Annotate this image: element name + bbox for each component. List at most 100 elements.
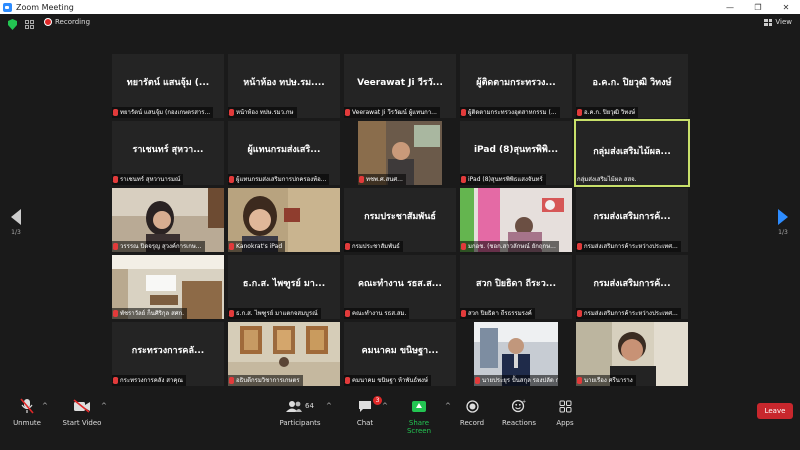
participant-name-large: คมนาคม ขนิษฐา... xyxy=(361,346,439,356)
muted-mic-icon xyxy=(345,310,350,317)
participant-name: อ.ค.ก. ปิยวุฒิ วิทงษ์ xyxy=(584,109,636,116)
svg-text:+: + xyxy=(522,399,526,405)
participant-tile[interactable]: iPad (8)สุนทรพิพิ... iPad (8)สุนทรพิพิธแ… xyxy=(460,121,572,185)
participant-name-large: ทยารัตน์ แสนจุ้ม (... xyxy=(126,78,210,88)
participant-tile[interactable]: ผู้แทนกรมส่งเสริ... ผู้แทนกรมส่งเสริมการ… xyxy=(228,121,340,185)
view-button[interactable]: View xyxy=(764,18,792,26)
participant-tile[interactable]: คณะทำงาน รธส.ส... คณะทำงาน รธส.สม. xyxy=(344,255,456,319)
participant-video-tile[interactable]: ทชพ.ศ.สนศ... xyxy=(358,121,442,185)
participants-button[interactable]: 64 Participants xyxy=(278,398,322,427)
participant-tile[interactable]: ธ.ก.ส. ไพฑูรย์ มา... ธ.ก.ส. ไพฑูรย์ มาแต… xyxy=(228,255,340,319)
view-label: View xyxy=(775,18,792,26)
participant-name-large: หน้าห้อง ทปษ.รม.... xyxy=(243,78,325,88)
participant-tile[interactable]: ผู้ติดตามกระทรวง... ผู้ติดตามกระทรวงอุตส… xyxy=(460,54,572,118)
muted-microphone-icon xyxy=(20,398,34,414)
participants-options-chevron-icon[interactable]: ^ xyxy=(326,402,332,410)
recording-indicator[interactable]: Recording xyxy=(44,18,90,26)
unmute-label: Unmute xyxy=(13,419,41,427)
participant-tile[interactable]: คมนาคม ขนิษฐา... คมนาคม ขนิษฐา ห้าพันธ์พ… xyxy=(344,322,456,386)
muted-mic-icon xyxy=(461,243,466,250)
meeting-info-grid-icon[interactable] xyxy=(25,20,34,29)
participant-caption: ทยารัตน์ แสนจุ้ม (กองเกษตรสาร... xyxy=(112,107,214,118)
participant-caption: กระทรวงการคลัง สาคุณ xyxy=(112,375,186,386)
gallery-view: 1/3 1/3 ทยารัตน์ แสนจุ้ม (... ทยารัตน์ แ… xyxy=(0,36,800,394)
video-options-chevron-icon[interactable]: ^ xyxy=(101,402,107,410)
leave-button[interactable]: Leave xyxy=(757,403,793,419)
unmute-button[interactable]: Unmute xyxy=(12,398,42,427)
participant-tile[interactable]: กระทรวงการคลั... กระทรวงการคลัง สาคุณ xyxy=(112,322,224,386)
participant-video-tile[interactable]: Kanokrat's iPad xyxy=(228,188,340,252)
muted-mic-icon xyxy=(229,176,234,183)
participant-tile[interactable]: กรมประชาสัมพันธ์ กรมประชาสัมพันธ์ xyxy=(344,188,456,252)
participant-video-tile[interactable]: พัชราวัลย์ ก็นศิริกุล สศก. xyxy=(112,255,224,319)
participant-name-large: กรมส่งเสริมการค้... xyxy=(593,279,671,289)
participant-caption: หน้าห้อง ทปษ.รมว.กษ xyxy=(228,107,297,118)
participants-icon xyxy=(286,401,303,412)
participant-tile[interactable]: ราเชนทร์ สุหวา... ราเชนทร์ สุหวานารมณ์ xyxy=(112,121,224,185)
minimize-button[interactable]: — xyxy=(716,0,744,14)
participant-video-tile[interactable]: นายเรือง ศรีนาราง xyxy=(576,322,688,386)
muted-mic-icon xyxy=(359,176,364,183)
participant-name-large: กระทรวงการคลั... xyxy=(131,346,205,356)
participant-caption: ราเชนทร์ สุหวานารมณ์ xyxy=(112,174,184,185)
participant-caption: กรมส่งเสริมการค้าระหว่างประเทศ... xyxy=(576,241,681,252)
close-button[interactable]: ✕ xyxy=(772,0,800,14)
share-screen-icon xyxy=(412,400,426,412)
muted-mic-icon xyxy=(345,377,350,384)
participant-tile[interactable]: สวก ปิยธิดา ถีระว... สวก ปิยธิดา ถีรธรรม… xyxy=(460,255,572,319)
prev-page-indicator: 1/3 xyxy=(11,229,21,236)
participant-name-large: ราเชนทร์ สุหวา... xyxy=(132,145,204,155)
recording-label: Recording xyxy=(55,18,91,26)
muted-mic-icon xyxy=(461,310,466,317)
participant-video-tile[interactable]: นายประยุร ปั้นสกุล รองปลัด กษ. xyxy=(474,322,558,386)
share-screen-button[interactable]: Share Screen xyxy=(396,398,442,435)
security-shield-icon[interactable] xyxy=(8,19,17,30)
participant-name: ผู้ติดตามกระทรวงอุตสาหกรรม (... xyxy=(468,109,557,116)
participant-video-tile[interactable]: อธิบดีกรมวิชาการเกษตร xyxy=(228,322,340,386)
participant-tile[interactable]: ทยารัตน์ แสนจุ้ม (... ทยารัตน์ แสนจุ้ม (… xyxy=(112,54,224,118)
apps-button[interactable]: Apps xyxy=(553,398,577,427)
start-video-button[interactable]: Start Video xyxy=(62,398,102,427)
participant-video-tile[interactable]: มกอช. (ชอก.สาวลักษณ์ ยักฤกษ... xyxy=(460,188,572,252)
participant-name-large: กรมประชาสัมพันธ์ xyxy=(364,212,436,222)
participant-tile[interactable]: กรมส่งเสริมการค้... กรมส่งเสริมการค้าระห… xyxy=(576,188,688,252)
meeting-top-bar: Recording View xyxy=(0,14,800,36)
participant-tile[interactable]: Veerawat Ji วีรวั... Veerawat Ji วีรวัฒน… xyxy=(344,54,456,118)
participant-tile[interactable]: กรมส่งเสริมการค้... กรมส่งเสริมการค้าระห… xyxy=(576,255,688,319)
participant-name: วรรรณ ปิดจรุญ สุวงค์การเกษ... xyxy=(120,243,202,250)
apps-icon xyxy=(559,400,571,412)
participant-caption: มกอช. (ชอก.สาวลักษณ์ ยักฤกษ... xyxy=(460,241,559,252)
participant-tile[interactable]: อ.ค.ก. ปิยวุฒิ วิทงษ์ อ.ค.ก. ปิยวุฒิ วิท… xyxy=(576,54,688,118)
next-page-button[interactable]: 1/3 xyxy=(775,209,791,236)
active-speaker-tile[interactable]: กลุ่มส่งเสริมไม้ผล... กลุ่มส่งเสริมไม้ผล… xyxy=(574,119,690,187)
participant-name-large: คณะทำงาน รธส.ส... xyxy=(358,279,442,289)
participant-tile[interactable]: หน้าห้อง ทปษ.รม.... หน้าห้อง ทปษ.รมว.กษ xyxy=(228,54,340,118)
share-screen-label: Share Screen xyxy=(406,419,432,435)
muted-mic-icon xyxy=(229,109,234,116)
chat-options-chevron-icon[interactable]: ^ xyxy=(382,402,388,410)
muted-mic-icon xyxy=(577,243,582,250)
participant-name-large: Veerawat Ji วีรวั... xyxy=(357,78,443,88)
record-button[interactable]: Record xyxy=(458,398,486,427)
participant-caption: Kanokrat's iPad xyxy=(228,241,286,252)
participant-caption: กรมประชาสัมพันธ์ xyxy=(344,241,403,252)
start-video-label: Start Video xyxy=(62,419,102,427)
muted-mic-icon xyxy=(461,176,466,183)
reactions-button[interactable]: + Reactions xyxy=(501,398,537,427)
muted-mic-icon xyxy=(577,377,582,384)
participant-caption: อ.ค.ก. ปิยวุฒิ วิทงษ์ xyxy=(576,107,639,118)
maximize-button[interactable]: ❐ xyxy=(744,0,772,14)
share-options-chevron-icon[interactable]: ^ xyxy=(445,402,451,410)
participant-caption: พัชราวัลย์ ก็นศิริกุล สศก. xyxy=(112,308,188,319)
prev-page-button[interactable]: 1/3 xyxy=(8,209,24,236)
record-label: Record xyxy=(459,419,485,427)
audio-options-chevron-icon[interactable]: ^ xyxy=(42,402,48,410)
chat-button[interactable]: 3 Chat xyxy=(352,396,382,427)
participant-name-large: สวก ปิยธิดา ถีระว... xyxy=(475,279,557,289)
participant-name: Veerawat Ji วีรวัฒน์ ผู้แทนกา... xyxy=(352,109,437,116)
participant-name: กระทรวงการคลัง สาคุณ xyxy=(120,377,183,384)
participant-video-tile[interactable]: วรรรณ ปิดจรุญ สุวงค์การเกษ... xyxy=(112,188,224,252)
muted-mic-icon xyxy=(577,310,582,317)
participant-name-large: iPad (8)สุนทรพิพิ... xyxy=(473,145,559,155)
participant-caption: iPad (8)สุนทรพิพิธแสงจันทร์ xyxy=(460,174,546,185)
